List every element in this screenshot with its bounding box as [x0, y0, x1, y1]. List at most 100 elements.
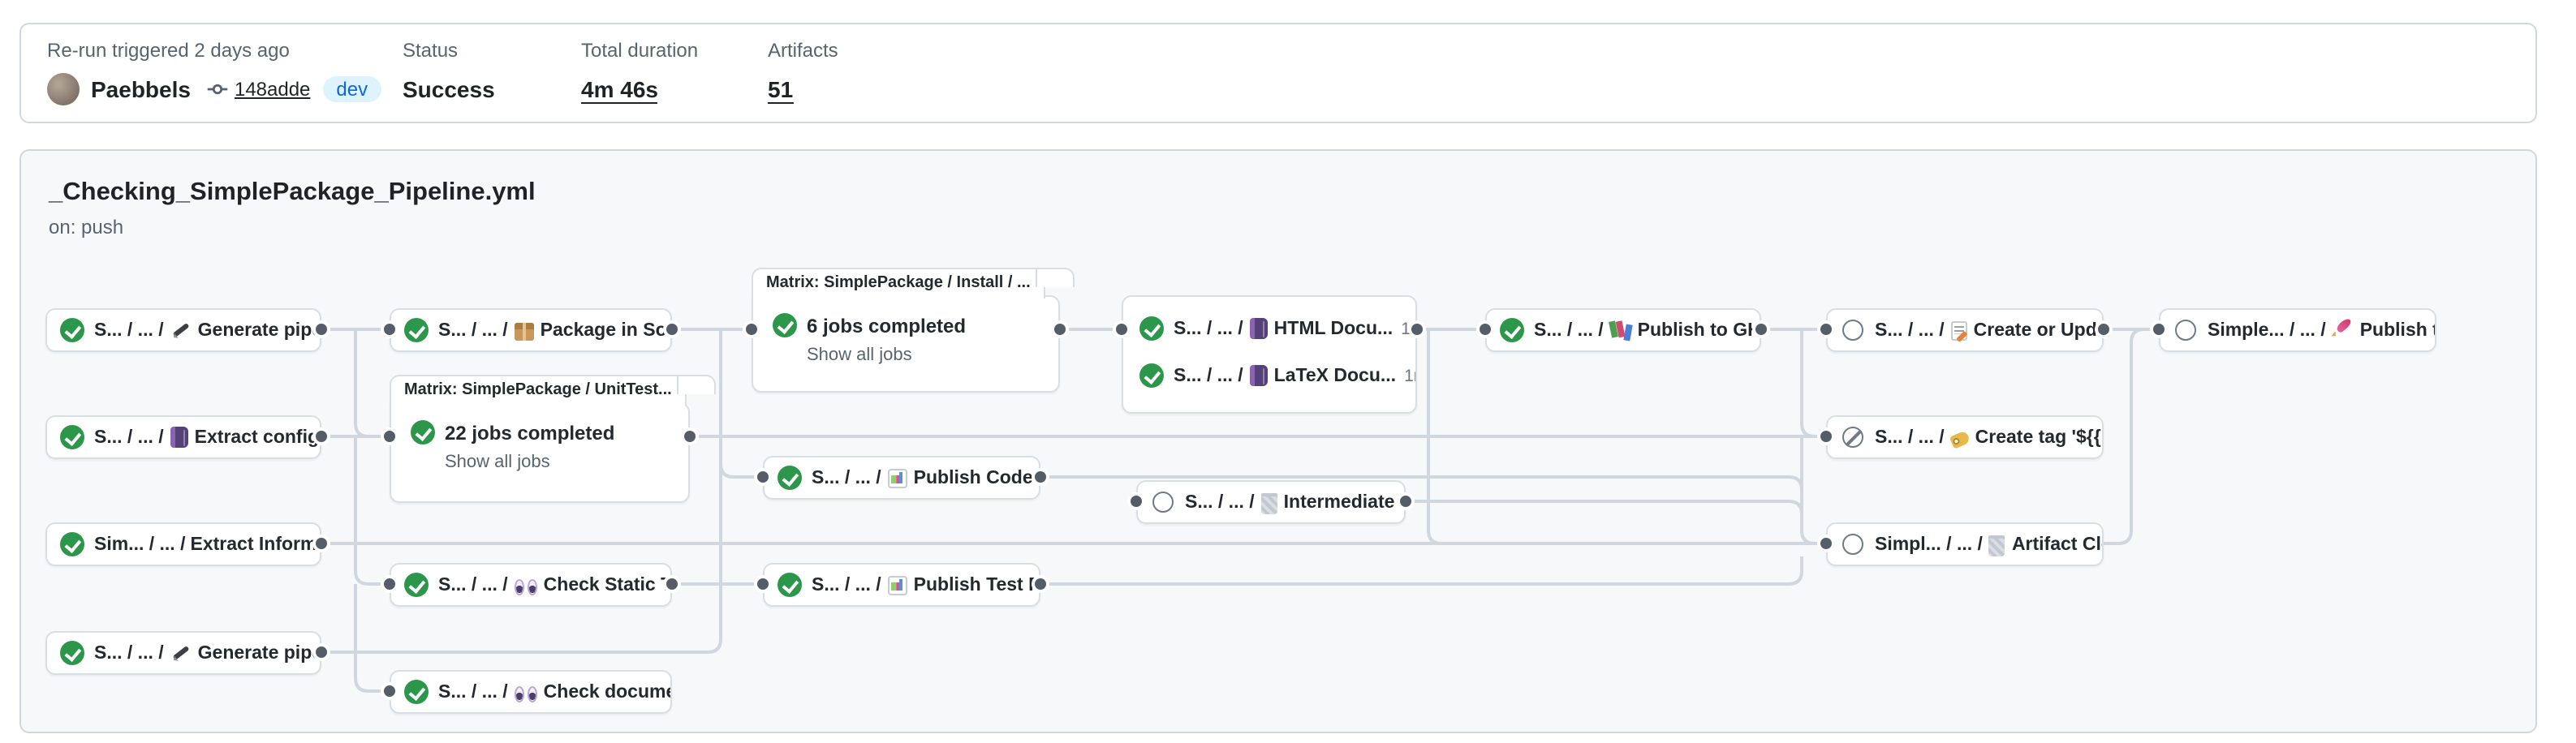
job-node[interactable]: Sim... / ... / Extract Information 4s: [45, 522, 321, 566]
pen-icon: [170, 642, 192, 664]
job-row[interactable]: S... / ... / HTML Docu... 1m 46s: [1123, 305, 1415, 352]
success-icon: [778, 466, 802, 490]
job-node[interactable]: S... / ... / Package in Sou... 18s: [390, 308, 672, 352]
job-prefix: S... / ... /: [438, 682, 508, 702]
job-title: Publish to PyPI: [2360, 320, 2436, 340]
pending-icon: [1842, 534, 1863, 555]
matrix-group-tab: Matrix: SimplePackage / UnitTest...: [390, 375, 687, 406]
connector-dot: [681, 427, 699, 445]
success-icon: [404, 318, 429, 342]
book-icon: [1250, 318, 1268, 339]
job-prefix: S... / ... /: [1174, 319, 1243, 338]
eyes-icon: [515, 685, 537, 702]
job-prefix: S... / ... /: [94, 643, 164, 663]
job-node[interactable]: S... / ... / Create or Update R...: [1826, 308, 2104, 352]
pending-icon: [2175, 320, 2196, 341]
success-icon: [60, 318, 84, 342]
connector-dot: [312, 320, 330, 338]
job-prefix: S... / ... /: [438, 320, 508, 340]
pen-icon: [170, 320, 192, 341]
success-icon: [1139, 363, 1164, 388]
connector-dot: [2150, 320, 2168, 338]
connector-dot: [754, 468, 772, 486]
connector-dot: [381, 427, 398, 445]
job-node[interactable]: Simpl... / ... / Artifact Cleanup: [1826, 522, 2104, 566]
connector-dot: [1817, 535, 1835, 552]
connector-dot: [381, 682, 398, 700]
book-icon: [1250, 365, 1268, 386]
job-title: Intermediate Artifa...: [1284, 492, 1406, 512]
job-prefix: S... / ... /: [1534, 320, 1604, 340]
success-icon: [778, 573, 802, 597]
job-title: Publish Test Re...: [914, 575, 1040, 595]
matrix-group-label: Matrix: SimplePackage / Install / ...: [766, 274, 1031, 292]
job-node[interactable]: S... / ... / Create tag '${{ in... 0s: [1826, 415, 2104, 459]
job-node[interactable]: S... / ... / Generate pipelin... 4s: [45, 631, 321, 675]
connector-dot: [312, 427, 330, 445]
job-row[interactable]: S... / ... / LaTeX Docu... 1m 18s: [1123, 352, 1415, 399]
show-all-jobs-link[interactable]: Show all jobs: [445, 453, 688, 472]
success-icon: [411, 420, 435, 445]
chart-icon: [888, 468, 907, 487]
job-node[interactable]: S... / ... / Publish to GH-P... 7s: [1485, 308, 1761, 352]
connector-dot: [1408, 320, 1426, 338]
connector-dot: [1127, 492, 1145, 510]
job-title: Publish to GH-P...: [1638, 320, 1761, 340]
trash-icon: [1261, 493, 1277, 514]
connector-dot: [312, 535, 330, 552]
job-node[interactable]: S... / ... / Publish Test Re... 14s: [763, 563, 1040, 607]
job-node[interactable]: S... / ... / Check Static Ty... 14s: [390, 563, 672, 607]
job-title: Create or Update R...: [1974, 320, 2104, 340]
job-prefix: Sim... / ... /: [94, 535, 186, 554]
job-title: Check Static Ty...: [544, 575, 672, 595]
job-title: Extract Information: [191, 535, 322, 554]
job-title: Publish Code C...: [914, 468, 1040, 487]
job-node[interactable]: S... / ... / Generate pipelin... 3s: [45, 308, 321, 352]
job-title: Create tag '${{ in...: [1975, 427, 2104, 447]
job-prefix: S... / ... /: [812, 468, 881, 487]
tag-icon: [1949, 430, 1971, 449]
job-prefix: S... / ... /: [94, 427, 164, 447]
job-prefix: S... / ... /: [1174, 366, 1243, 385]
pending-icon: [1842, 320, 1863, 341]
job-title: LaTeX Docu...: [1274, 366, 1396, 385]
job-title: Extract configur...: [195, 427, 321, 447]
workflow-graph: S... / ... / Generate pipelin... 3s S...…: [0, 0, 2576, 743]
matrix-group-card[interactable]: 6 jobs completed Show all jobs: [752, 295, 1060, 393]
success-icon: [60, 641, 84, 665]
show-all-jobs-link[interactable]: Show all jobs: [807, 346, 1058, 365]
job-node[interactable]: S... / ... / Intermediate Artifa...: [1136, 480, 1406, 524]
job-prefix: S... / ... /: [1875, 427, 1945, 447]
job-node[interactable]: S... / ... / Extract configur... 6s: [45, 415, 321, 459]
job-node[interactable]: S... / ... / Check docume... 11s: [390, 670, 672, 714]
eyes-icon: [515, 578, 537, 595]
job-title: HTML Docu...: [1274, 319, 1394, 338]
connector-dot: [1113, 320, 1131, 338]
connector-dot: [1476, 320, 1494, 338]
connector-dot: [663, 320, 681, 338]
job-prefix: Simpl... / ... /: [1875, 535, 1983, 554]
job-prefix: S... / ... /: [94, 320, 164, 340]
connector-dot: [312, 643, 330, 661]
success-icon: [1500, 318, 1524, 342]
skipped-icon: [1842, 427, 1863, 448]
job-prefix: S... / ... /: [1875, 320, 1945, 340]
connector-dot: [381, 575, 398, 593]
success-icon: [1139, 316, 1164, 341]
connector-dot: [1817, 320, 1835, 338]
package-icon: [515, 322, 534, 340]
matrix-group-tab: Matrix: SimplePackage / Install / ...: [752, 268, 1045, 298]
jobs-completed-text: 22 jobs completed: [445, 421, 614, 444]
matrix-group-card[interactable]: 22 jobs completed Show all jobs: [390, 402, 690, 503]
job-node[interactable]: Simple... / ... / Publish to PyPI: [2159, 308, 2436, 352]
matrix-group-label: Matrix: SimplePackage / UnitTest...: [404, 381, 672, 399]
docs-group-card[interactable]: S... / ... / HTML Docu... 1m 46s S... / …: [1122, 295, 1417, 414]
job-node[interactable]: S... / ... / Publish Code C... 22s: [763, 456, 1040, 500]
connector-dot: [1051, 320, 1069, 338]
connector-dot: [2095, 320, 2113, 338]
chart-icon: [888, 575, 907, 595]
jobs-completed-text: 6 jobs completed: [807, 314, 966, 337]
connector-dot: [1817, 427, 1835, 445]
memo-icon: [1951, 320, 1967, 340]
connector-dot: [754, 575, 772, 593]
